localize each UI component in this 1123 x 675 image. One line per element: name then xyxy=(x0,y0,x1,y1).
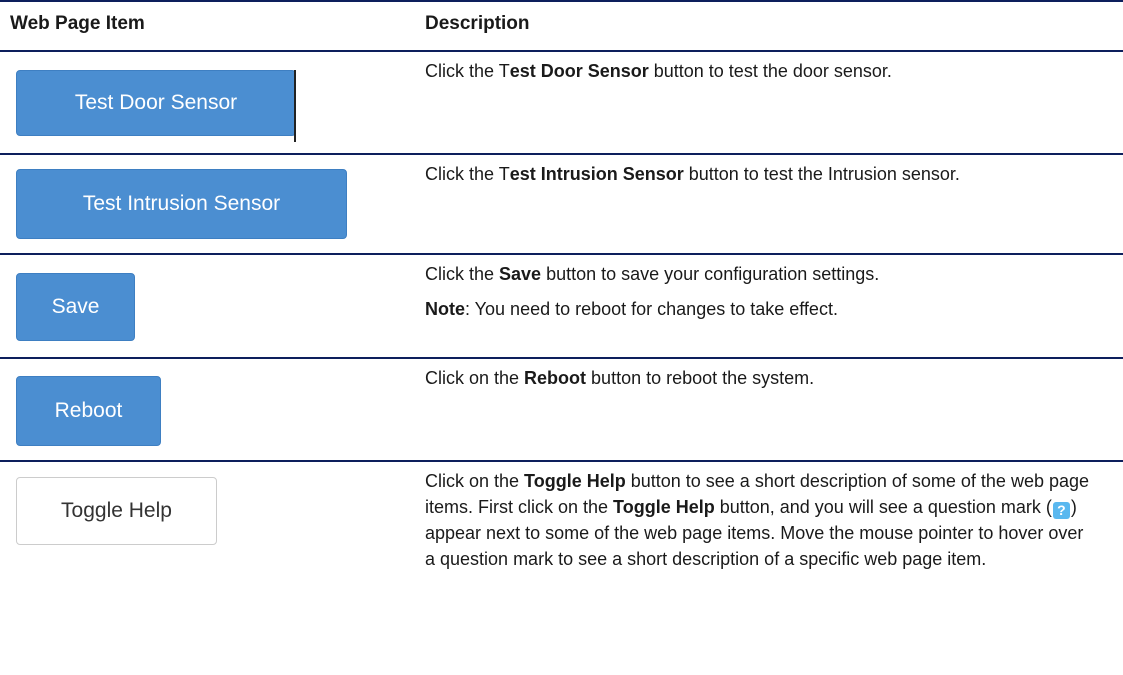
desc-text-post: button to save your configuration settin… xyxy=(541,264,880,284)
button-cell: Save xyxy=(16,273,135,341)
desc-text-bold: Reboot xyxy=(524,368,587,388)
desc-bold-1: Toggle Help xyxy=(524,471,626,491)
text-cursor xyxy=(294,70,296,142)
desc-text-bold: est Door Sensor xyxy=(509,61,649,81)
table-row-test-door-sensor: Test Door Sensor Click the Test Door Sen… xyxy=(0,52,1123,153)
desc-text-pre: Click the T xyxy=(425,164,510,184)
table-row-toggle-help: Toggle Help Click on the Toggle Help but… xyxy=(0,462,1123,662)
row-description: Click on the Reboot button to reboot the… xyxy=(425,365,1090,400)
button-cell: Test Door Sensor xyxy=(16,70,296,136)
row-description: Click the Save button to save your confi… xyxy=(425,261,1090,331)
table-row-test-intrusion-sensor: Test Intrusion Sensor Click the Test Int… xyxy=(0,155,1123,253)
desc-text-bold: est Intrusion Sensor xyxy=(509,164,684,184)
desc-text-3: button, and you will see a question mark… xyxy=(714,497,1052,517)
table-row-reboot: Reboot Click on the Reboot button to reb… xyxy=(0,359,1123,460)
test-door-sensor-button[interactable]: Test Door Sensor xyxy=(16,70,296,136)
note-text: Note: You need to reboot for changes to … xyxy=(425,296,1090,322)
desc-text-pre: Click the T xyxy=(425,61,510,81)
save-button[interactable]: Save xyxy=(16,273,135,341)
test-intrusion-sensor-button[interactable]: Test Intrusion Sensor xyxy=(16,169,347,239)
desc-text-bold: Save xyxy=(499,264,542,284)
row-description: Click on the Toggle Help button to see a… xyxy=(425,468,1090,581)
toggle-help-button[interactable]: Toggle Help xyxy=(16,477,217,545)
button-cell: Reboot xyxy=(16,376,161,446)
header-description: Description xyxy=(425,13,530,34)
desc-text-pre: Click the xyxy=(425,264,500,284)
table-row-save: Save Click the Save button to save your … xyxy=(0,255,1123,357)
desc-text-1: Click on the xyxy=(425,471,525,491)
desc-text-post: button to test the Intrusion sensor. xyxy=(683,164,960,184)
button-cell: Toggle Help xyxy=(16,477,217,545)
desc-bold-2: Toggle Help xyxy=(613,497,715,517)
web-page-items-table: Web Page Item Description Test Door Sens… xyxy=(0,0,1123,662)
row-description: Click the Test Door Sensor button to tes… xyxy=(425,58,1090,93)
button-cell: Test Intrusion Sensor xyxy=(16,169,347,239)
note-body: : You need to reboot for changes to take… xyxy=(465,299,838,319)
description-text: Click the Test Door Sensor button to tes… xyxy=(425,58,1090,84)
description-text: Click on the Reboot button to reboot the… xyxy=(425,365,1090,391)
reboot-button[interactable]: Reboot xyxy=(16,376,161,446)
header-web-page-item: Web Page Item xyxy=(10,13,145,34)
desc-text-pre: Click on the xyxy=(425,368,525,388)
description-text: Click on the Toggle Help button to see a… xyxy=(425,468,1090,572)
help-question-icon: ? xyxy=(1052,502,1070,519)
note-label: Note xyxy=(425,299,465,319)
description-text: Click the Save button to save your confi… xyxy=(425,261,1090,287)
description-text: Click the Test Intrusion Sensor button t… xyxy=(425,161,1090,187)
row-description: Click the Test Intrusion Sensor button t… xyxy=(425,161,1090,196)
table-header: Web Page Item Description xyxy=(0,2,1123,50)
desc-text-post: button to test the door sensor. xyxy=(648,61,892,81)
desc-text-post: button to reboot the system. xyxy=(586,368,815,388)
